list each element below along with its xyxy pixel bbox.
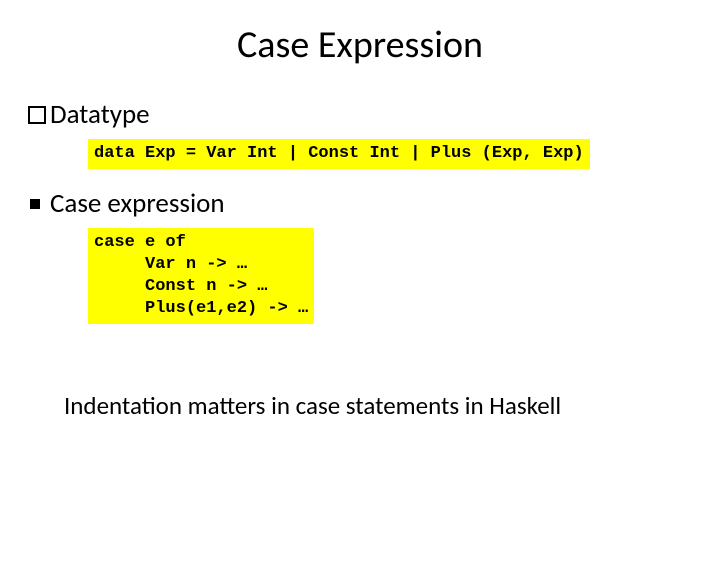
footer-note: Indentation matters in case statements i… — [64, 390, 692, 421]
content-area: Datatype data Exp = Var Int | Const Int … — [0, 98, 720, 421]
square-outline-icon — [28, 106, 46, 124]
code-caseblock: case e of Var n -> … Const n -> … Plus(e… — [88, 228, 314, 324]
bullet-datatype: Datatype — [28, 98, 692, 131]
bullet-datatype-label: Datatype — [50, 98, 150, 131]
page-title: Case Expression — [0, 22, 720, 68]
code-datatype: data Exp = Var Int | Const Int | Plus (E… — [88, 139, 590, 169]
bullet-caseexpr: Case expression — [28, 187, 692, 220]
bullet-caseexpr-label: Case expression — [50, 187, 225, 220]
square-solid-icon — [30, 199, 40, 209]
